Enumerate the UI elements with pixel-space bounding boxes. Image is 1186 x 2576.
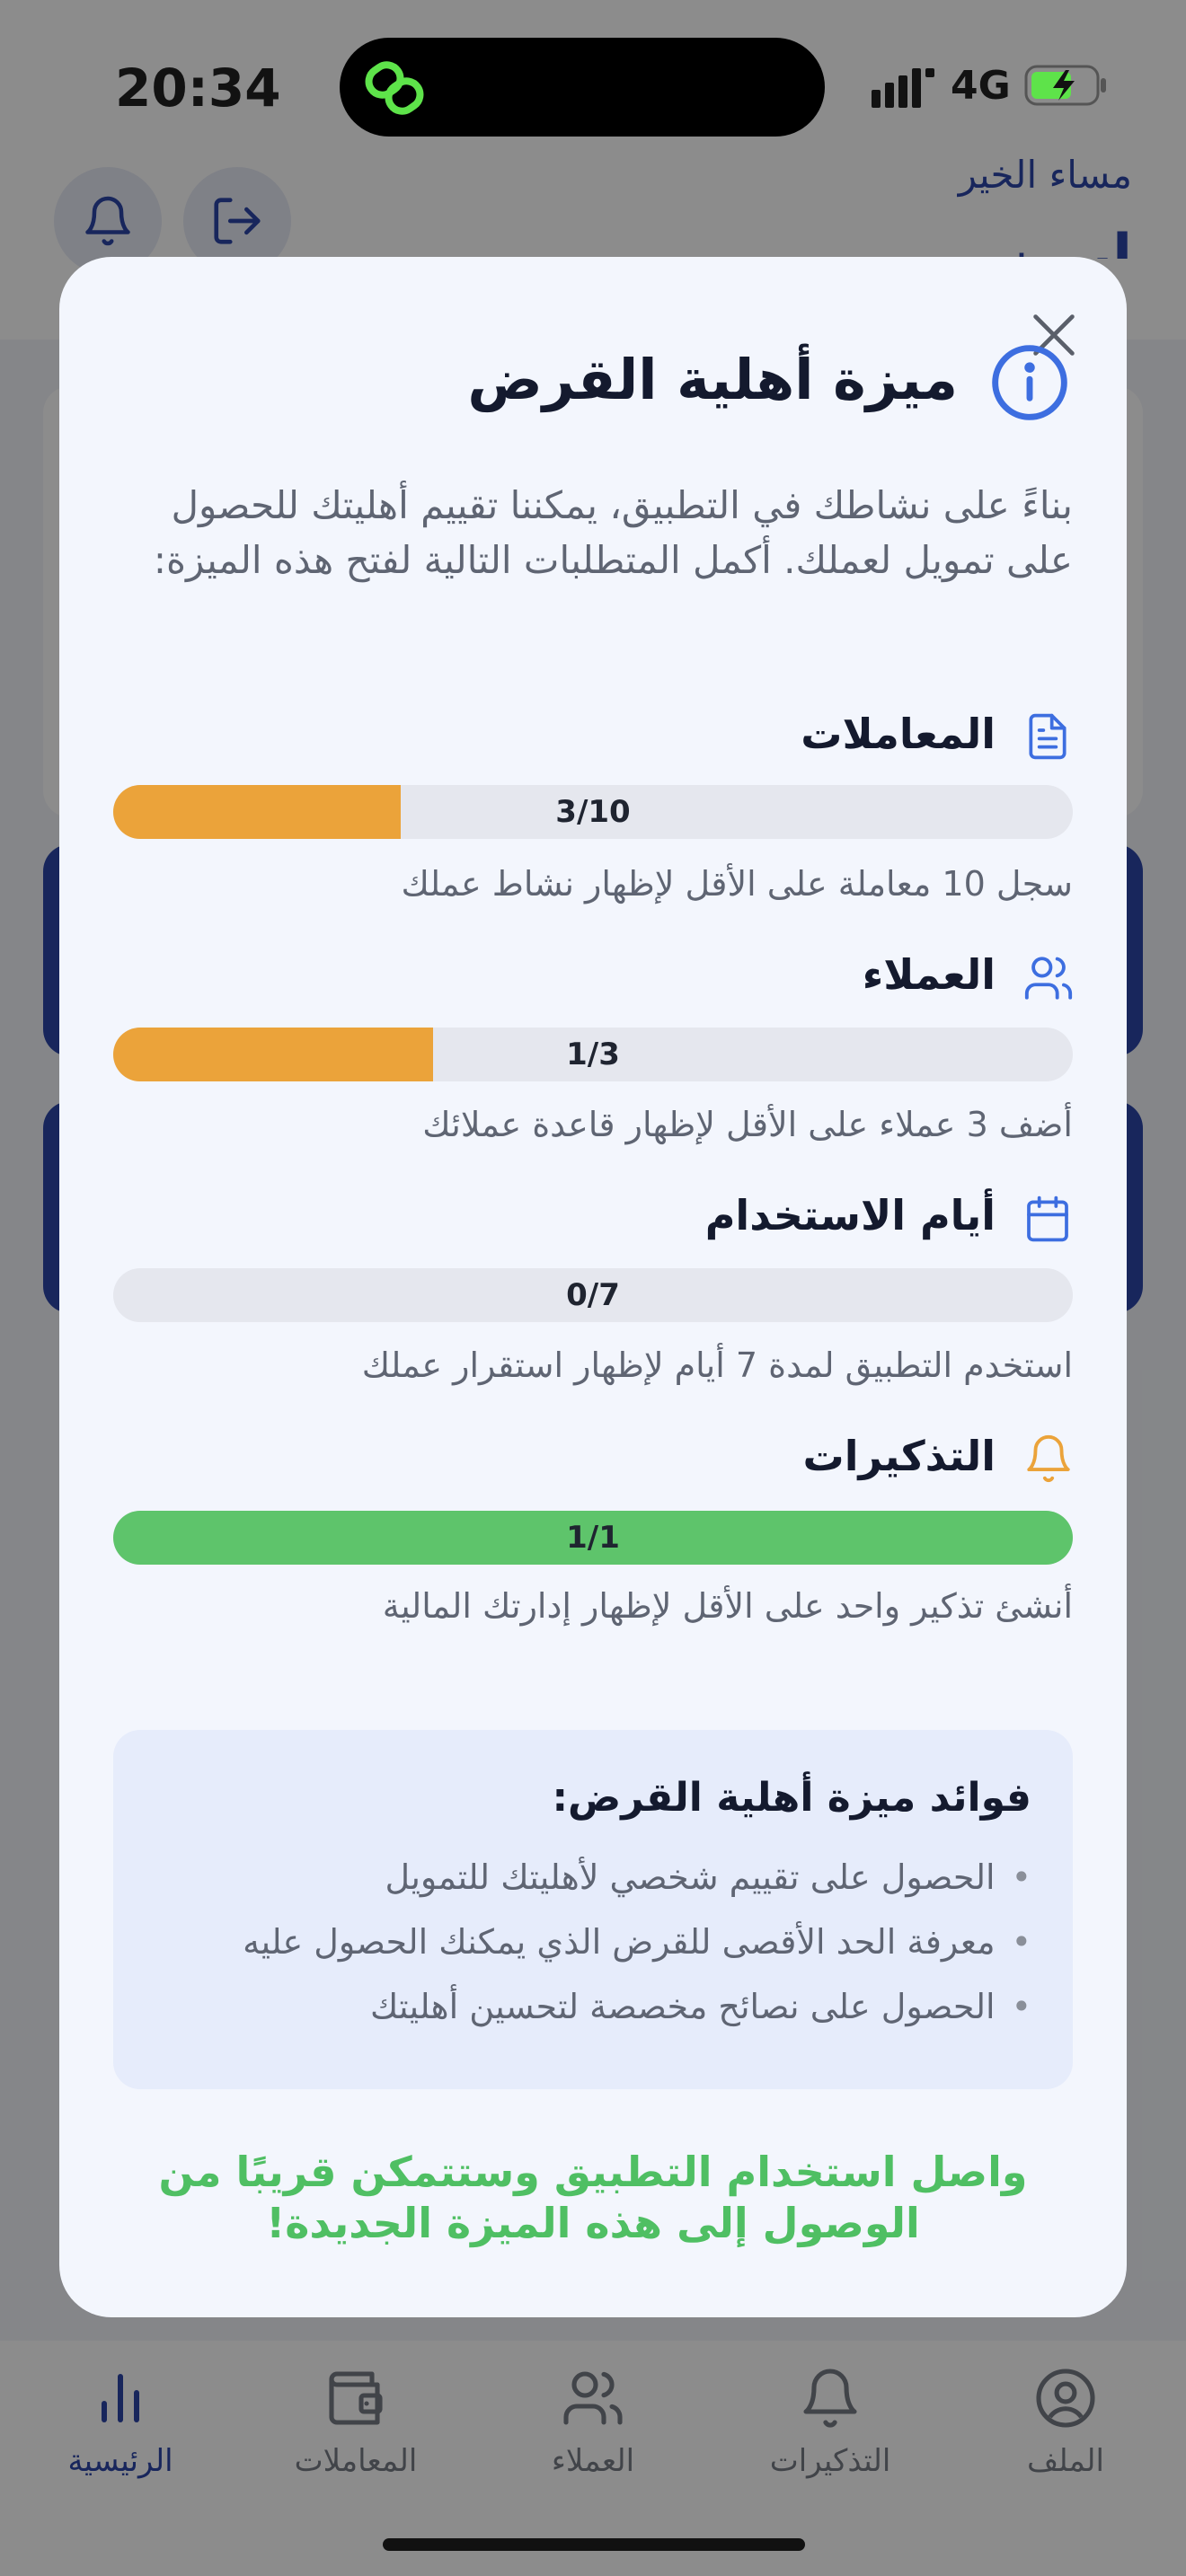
requirement-title: المعاملات <box>801 710 996 758</box>
link-icon <box>365 61 424 115</box>
benefits-title: فوائد ميزة أهلية القرض: <box>552 1775 1031 1821</box>
benefit-text: الحصول على نصائح مخصصة لتحسين أهليتك <box>370 1987 996 2026</box>
requirement-title: أيام الاستخدام <box>704 1191 996 1239</box>
info-icon <box>992 345 1067 420</box>
modal-intro: بناءً على نشاطك في التطبيق، يمكننا تقييم… <box>153 483 1073 582</box>
battery-icon <box>1024 65 1106 106</box>
closing-message: واصل استخدام التطبيق وستتمكن قريبًا من ا… <box>158 2148 1028 2247</box>
progress-label: 0/7 <box>566 1277 620 1313</box>
dynamic-island <box>340 38 825 137</box>
progress-label: 1/1 <box>566 1520 620 1556</box>
progress-bar: 1/1 <box>113 1511 1073 1565</box>
modal-title: ميزة أهلية القرض <box>467 347 958 412</box>
status-time: 20:34 <box>115 57 281 119</box>
benefit-item: •الحصول على نصائح مخصصة لتحسين أهليتك <box>370 1987 1031 2026</box>
requirement-description: استخدم التطبيق لمدة 7 أيام لإظهار استقرا… <box>361 1345 1073 1385</box>
requirement-description: أضف 3 عملاء على الأقل لإظهار قاعدة عملائ… <box>422 1105 1073 1144</box>
requirement-description: سجل 10 معاملة على الأقل لإظهار نشاط عملك <box>401 864 1073 904</box>
progress-bar: 1/3 <box>113 1028 1073 1081</box>
document-icon <box>1029 713 1067 760</box>
calendar-icon <box>1027 1195 1068 1242</box>
progress-label: 1/3 <box>566 1037 620 1072</box>
users-icon <box>1024 957 1073 1000</box>
requirement-title: التذكيرات <box>802 1432 996 1480</box>
benefit-text: معرفة الحد الأقصى للقرض الذي يمكنك الحصو… <box>243 1922 996 1962</box>
signal-icon <box>872 68 934 108</box>
benefit-item: •الحصول على تقييم شخصي لأهليتك للتمويل <box>385 1857 1031 1897</box>
benefit-text: الحصول على تقييم شخصي لأهليتك للتمويل <box>385 1857 996 1897</box>
progress-bar: 0/7 <box>113 1268 1073 1322</box>
requirement-title: العملاء <box>862 950 996 999</box>
home-indicator[interactable] <box>383 2538 805 2551</box>
requirement-description: أنشئ تذكير واحد على الأقل لإظهار إدارتك … <box>382 1586 1073 1626</box>
bell-icon <box>1027 1434 1070 1483</box>
network-type: 4G <box>951 63 1011 109</box>
progress-bar: 3/10 <box>113 785 1073 839</box>
progress-label: 3/10 <box>555 794 631 830</box>
benefit-item: •معرفة الحد الأقصى للقرض الذي يمكنك الحص… <box>243 1922 1031 1962</box>
